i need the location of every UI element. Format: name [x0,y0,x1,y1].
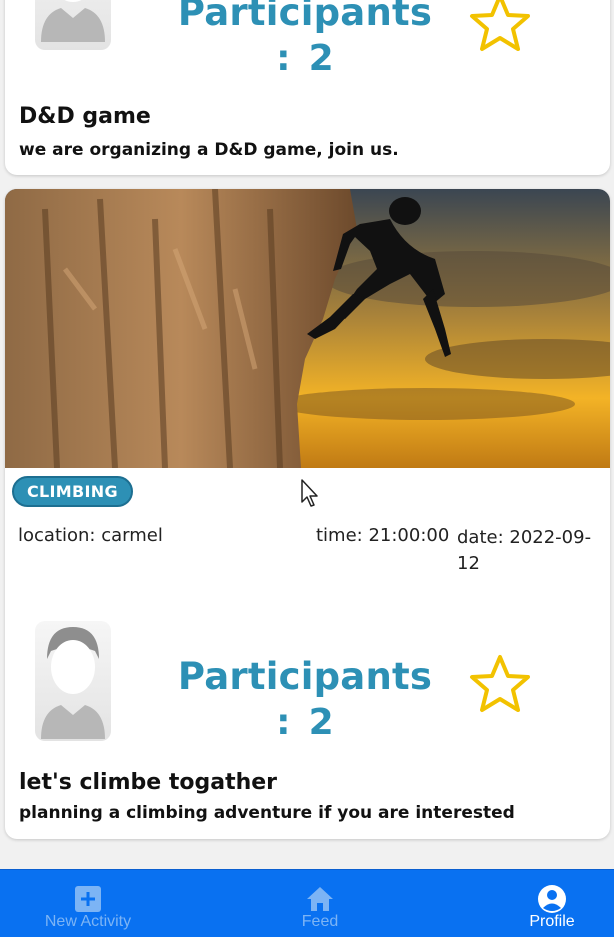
nav-new-activity[interactable]: New Activity [28,870,148,937]
nav-label: New Activity [44,913,132,930]
favorite-star-icon[interactable] [468,653,532,715]
activity-title: let's climbe togather [19,770,278,795]
nav-profile[interactable]: Profile [507,870,597,937]
activity-image [5,189,610,468]
activity-description: we are organizing a D&D game, join us. [19,140,399,160]
activity-title: D&D game [19,104,151,129]
account-circle-icon [537,884,567,914]
activity-description: planning a climbing adventure if you are… [19,803,515,823]
location-text: location: carmel [18,525,163,546]
activity-card[interactable]: Participants :2 D&D game we are organizi… [5,0,610,175]
participants-colon: : [276,702,291,743]
participants-number: 2 [308,702,334,743]
participants-label: Participants [177,0,433,34]
nav-label: Profile [529,913,575,930]
plus-square-icon [73,884,103,914]
user-avatar [35,0,111,50]
nav-feed[interactable]: Feed [270,870,370,937]
participants-label: Participants [177,655,433,698]
time-text: time: 21:00:00 [316,525,450,546]
participants-colon: : [276,38,291,79]
category-tag: CLIMBING [12,476,133,507]
home-icon [305,884,335,914]
nav-label: Feed [301,913,339,930]
favorite-star-icon[interactable] [468,0,532,54]
user-avatar [35,621,111,741]
participants-number: 2 [308,38,334,79]
activity-card[interactable]: CLIMBING location: carmel time: 21:00:00… [5,189,610,839]
bottom-navigation: New Activity Feed Profile [0,869,614,937]
participants-count: Participants :2 [155,0,455,82]
participants-count: Participants :2 [155,654,455,746]
date-text: date: 2022-09-12 [457,527,592,574]
